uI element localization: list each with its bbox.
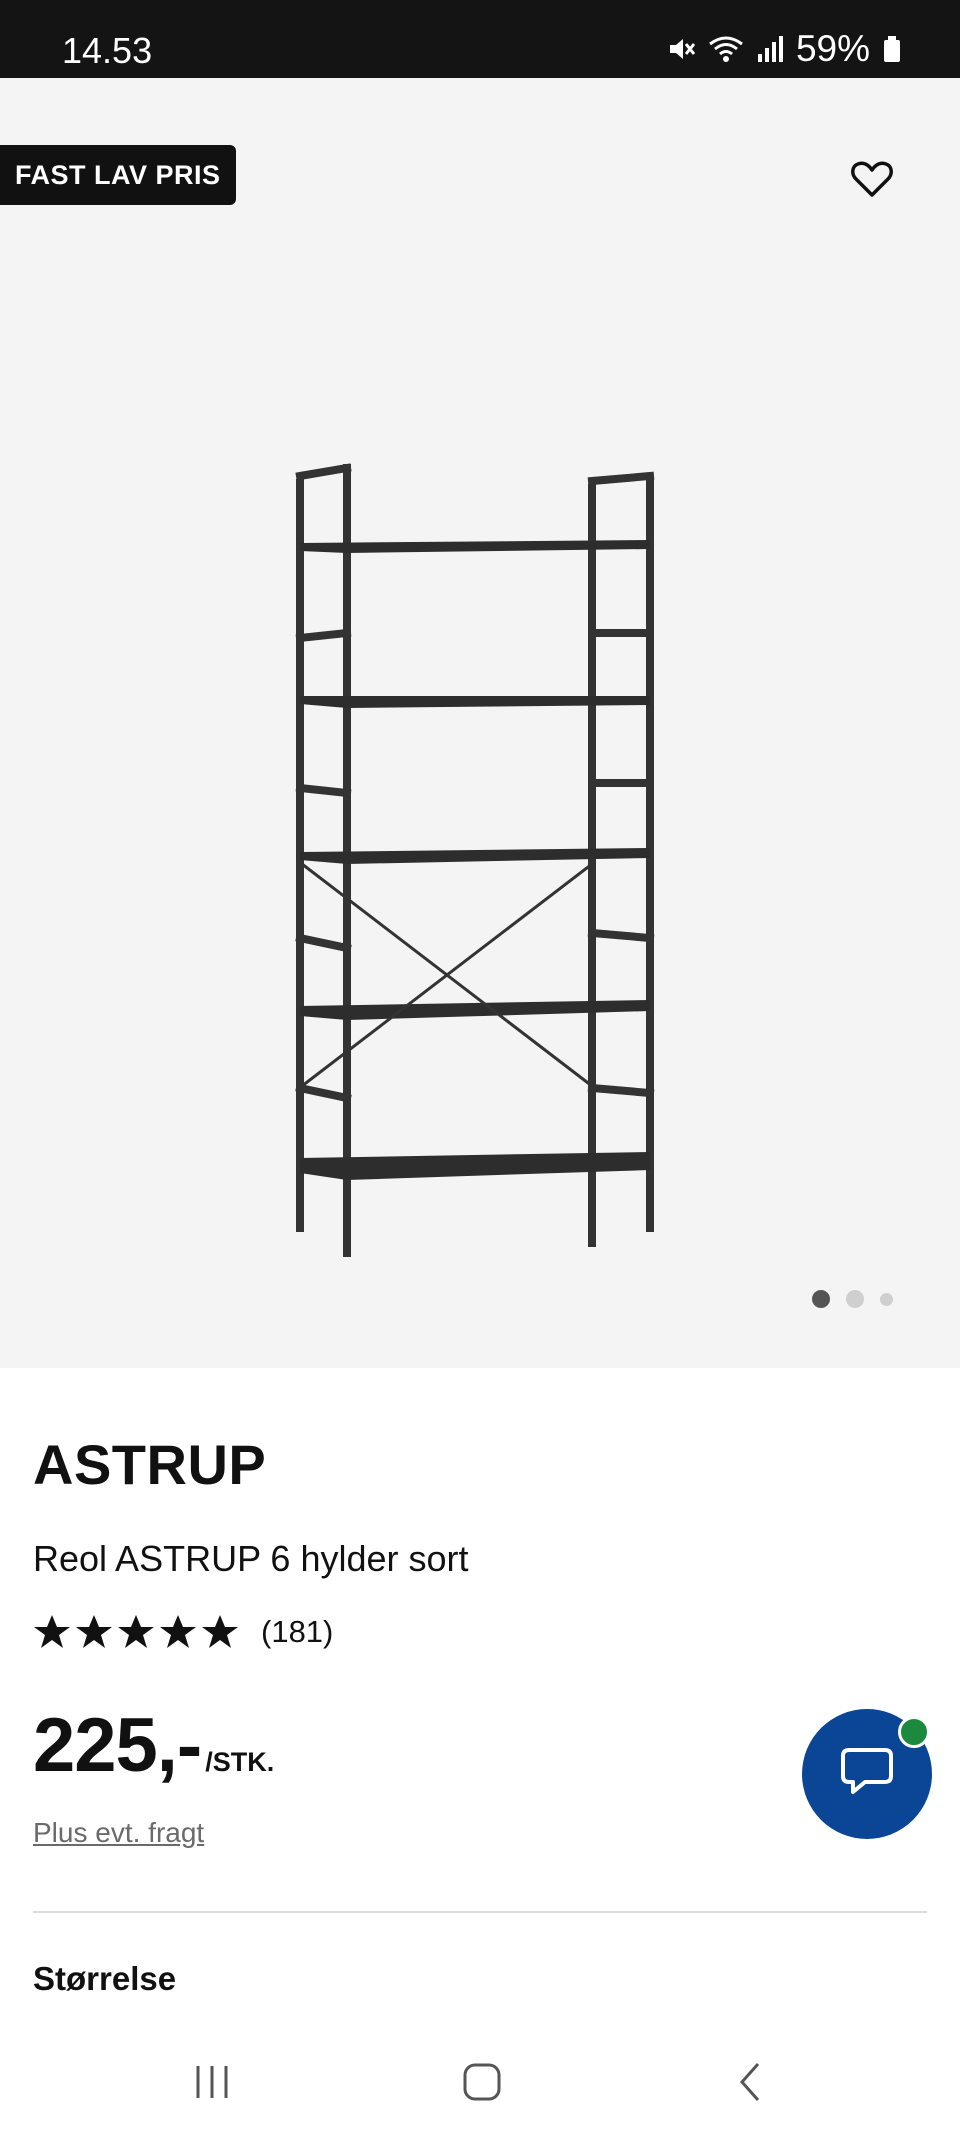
price-badge: FAST LAV PRIS — [0, 145, 236, 205]
carousel-dot[interactable] — [880, 1292, 893, 1306]
rating-stars — [33, 1614, 239, 1650]
wifi-icon — [708, 34, 744, 64]
price-amount: 225,- — [33, 1703, 202, 1788]
product-rating[interactable]: (181) — [33, 1614, 333, 1650]
chat-status-badge — [898, 1716, 930, 1748]
carousel-dot[interactable] — [846, 1290, 864, 1308]
star-icon — [201, 1614, 239, 1650]
shipping-link[interactable]: Plus evt. fragt — [33, 1817, 204, 1849]
status-icons: 59% — [666, 28, 902, 70]
product-brand: ASTRUP — [33, 1433, 267, 1496]
divider — [33, 1911, 927, 1913]
star-icon — [117, 1614, 155, 1650]
carousel-dot-active[interactable] — [812, 1290, 830, 1308]
chat-bubble-icon — [835, 1740, 899, 1809]
home-icon[interactable] — [460, 2060, 504, 2109]
recent-apps-icon[interactable] — [192, 2060, 232, 2109]
product-title: Reol ASTRUP 6 hylder sort — [33, 1538, 469, 1579]
carousel-indicators — [812, 1290, 893, 1308]
product-price: 225,- /STK. — [33, 1702, 274, 1789]
size-section-heading: Størrelse — [33, 1960, 177, 1997]
signal-icon — [756, 34, 784, 64]
rating-count: (181) — [261, 1614, 334, 1649]
status-time: 14.53 — [62, 30, 153, 71]
heart-outline-icon[interactable] — [848, 155, 896, 203]
back-icon[interactable] — [732, 2060, 768, 2109]
star-icon — [33, 1614, 71, 1650]
mute-icon — [666, 34, 696, 64]
system-navigation-bar — [0, 2040, 960, 2133]
star-icon — [75, 1614, 113, 1650]
star-icon — [159, 1614, 197, 1650]
battery-percent: 59% — [795, 28, 870, 69]
product-image — [295, 463, 655, 1257]
price-unit: /STK. — [205, 1747, 275, 1777]
product-image-carousel[interactable]: FAST LAV PRIS — [0, 78, 960, 1368]
battery-icon — [882, 34, 902, 64]
status-bar: 14.53 59% — [0, 0, 960, 78]
